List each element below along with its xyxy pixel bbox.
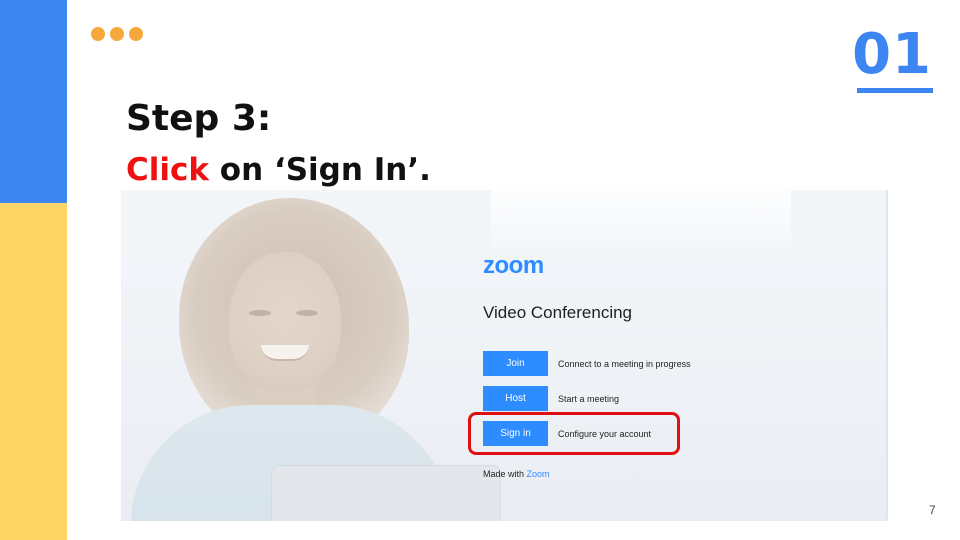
dot-icon (110, 27, 124, 41)
eye-shape (249, 310, 271, 316)
window-light (491, 190, 791, 250)
page-number: 7 (929, 503, 936, 517)
dot-icon (129, 27, 143, 41)
sign-in-highlight-box (468, 412, 680, 455)
left-accent-bar-yellow (0, 203, 67, 540)
person-photo (121, 190, 501, 521)
eye-shape (296, 310, 318, 316)
dot-icon (91, 27, 105, 41)
section-number-underline (857, 88, 933, 93)
made-with-text: Made with (483, 469, 527, 479)
join-description: Connect to a meeting in progress (558, 358, 691, 369)
decorative-dots (91, 27, 143, 41)
host-row: Host Start a meeting (483, 386, 619, 411)
host-description: Start a meeting (558, 393, 620, 404)
zoom-screenshot: zoom Video Conferencing Join Connect to … (121, 190, 888, 521)
zoom-heading: Video Conferencing (483, 303, 633, 322)
step-title: Step 3: (126, 98, 272, 139)
instruction-text: on ‘Sign In’. (209, 152, 431, 188)
left-accent-bar-blue (0, 0, 67, 203)
section-number: 01 (852, 22, 932, 87)
zoom-link[interactable]: Zoom (527, 469, 550, 479)
join-row: Join Connect to a meeting in progress (483, 351, 691, 376)
join-button[interactable]: Join (483, 351, 548, 376)
laptop-shape (271, 465, 501, 521)
face-shape (229, 252, 341, 392)
step-instruction: Click on ‘Sign In’. (126, 150, 431, 190)
made-with-footer: Made with Zoom (483, 469, 550, 479)
zoom-logo: zoom (483, 252, 544, 279)
instruction-accent: Click (126, 152, 209, 188)
host-button[interactable]: Host (483, 386, 548, 411)
screenshot-edge (886, 190, 888, 521)
